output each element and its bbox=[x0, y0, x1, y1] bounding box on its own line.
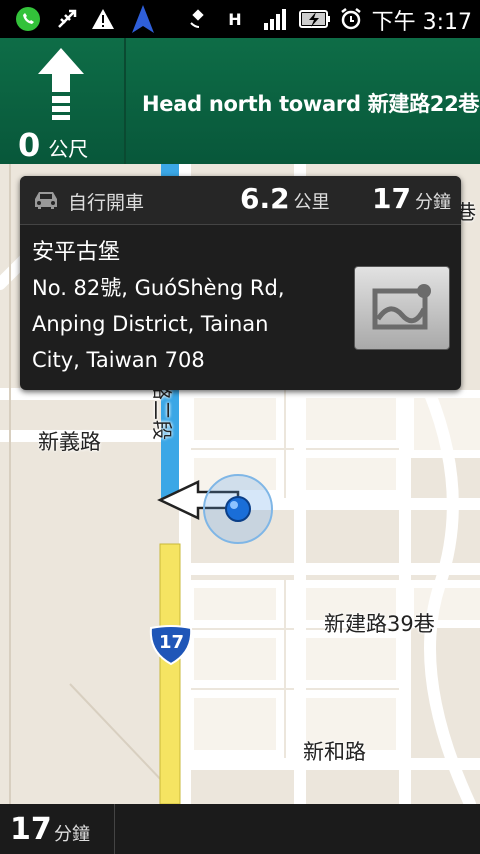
route-distance-unit: 公里 bbox=[293, 192, 330, 213]
straight-arrow-icon bbox=[38, 48, 84, 120]
highway-17-road bbox=[159, 543, 181, 805]
map-label-xinyi-road: 新義路 bbox=[38, 430, 101, 454]
map-label-xinhe-road: 新和路 bbox=[303, 740, 366, 764]
navigation-icon bbox=[130, 5, 156, 33]
address-line: City, Taiwan 708 bbox=[32, 348, 205, 372]
navigation-header[interactable]: 0 公尺 Head north toward 新建路22巷 bbox=[0, 38, 480, 164]
gps-icon bbox=[186, 6, 212, 32]
status-clock: 下午 3:17 bbox=[371, 10, 472, 35]
route-distance-value: 6.2 bbox=[240, 182, 290, 215]
current-location-icon bbox=[225, 496, 251, 522]
warning-icon bbox=[90, 6, 116, 32]
direction-panel: 0 公尺 bbox=[0, 38, 126, 164]
battery-charging-icon bbox=[298, 6, 332, 32]
route-summary-bar: 自行開車 6.2 公里 17 分鐘 bbox=[20, 176, 461, 225]
status-bar: H 下午 3:17 bbox=[0, 0, 480, 38]
eta-value: 17 bbox=[10, 812, 52, 847]
street-view-icon bbox=[372, 284, 431, 330]
usb-icon bbox=[54, 6, 80, 32]
route-duration: 17 分鐘 bbox=[372, 182, 451, 215]
route-info-card[interactable]: 自行開車 6.2 公里 17 分鐘 安平古堡 No. 82號, GuóShèng R… bbox=[20, 176, 461, 390]
route-distance: 6.2 公里 bbox=[240, 182, 330, 215]
distance-value: 0 bbox=[18, 126, 41, 164]
eta-panel[interactable]: 17 分鐘 bbox=[0, 804, 115, 854]
map-label-xinjian-lane: 新建路39巷 bbox=[324, 612, 435, 636]
travel-mode-label: 自行開車 bbox=[68, 192, 145, 214]
alarm-icon bbox=[338, 6, 364, 32]
address-line: No. 82號, GuóShèng Rd, bbox=[32, 276, 285, 300]
destination-address: No. 82號, GuóShèng Rd, Anping District, T… bbox=[32, 270, 332, 378]
destination-name: 安平古堡 bbox=[32, 240, 121, 265]
route-duration-unit: 分鐘 bbox=[414, 192, 451, 213]
whatsapp-icon bbox=[14, 6, 42, 32]
eta-unit: 分鐘 bbox=[54, 824, 90, 845]
distance-unit: 公尺 bbox=[48, 137, 89, 161]
route-duration-value: 17 bbox=[372, 182, 411, 215]
route-shield-number: 17 bbox=[159, 632, 185, 653]
car-icon bbox=[35, 192, 57, 209]
distance-to-turn: 0 公尺 bbox=[18, 126, 88, 164]
address-line: Anping District, Tainan bbox=[32, 312, 269, 336]
turn-instruction: Head north toward 新建路22巷 bbox=[142, 92, 480, 116]
street-view-button[interactable] bbox=[354, 266, 450, 350]
bottom-bar: 17 分鐘 bbox=[0, 804, 480, 854]
signal-icon bbox=[262, 6, 288, 32]
data-h-icon: H bbox=[228, 9, 242, 29]
